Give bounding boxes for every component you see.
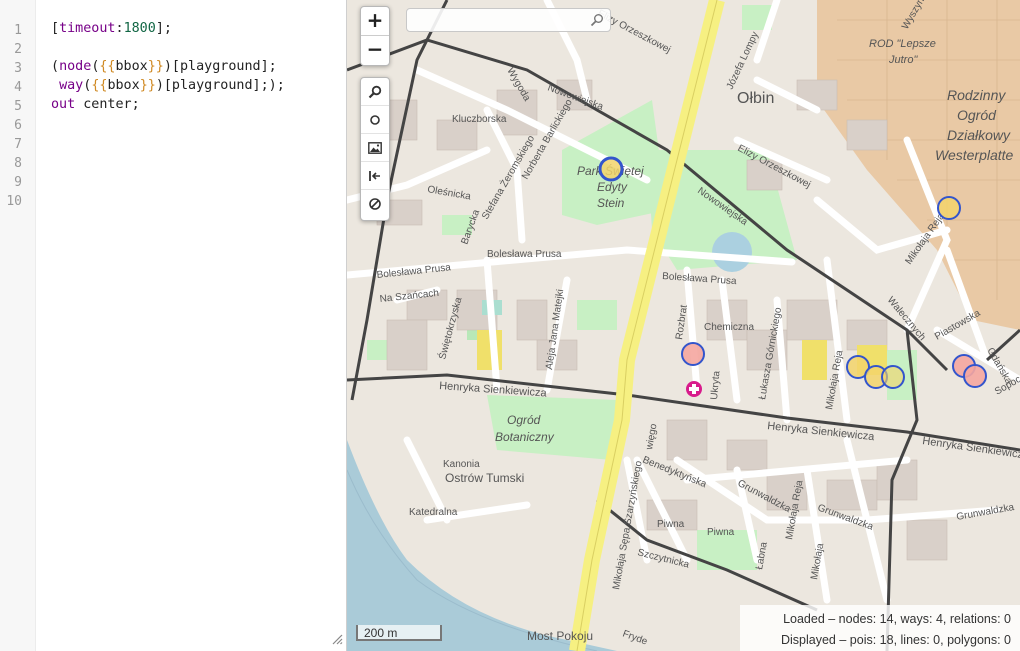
code-token: bbox xyxy=(107,78,140,93)
label-allotments: Działkowy xyxy=(947,127,1011,143)
code-token: )[playground];); xyxy=(155,78,285,93)
locate-button[interactable] xyxy=(361,106,389,134)
circle-icon xyxy=(370,114,380,125)
code-token: 1800 xyxy=(123,21,156,36)
export-image-button[interactable] xyxy=(361,134,389,162)
displayed-stats: Displayed – pois: 18, lines: 0, polygons… xyxy=(781,633,1011,647)
poi-marker-playground xyxy=(598,156,624,182)
line-number-gutter: 1 2 3 4 5 6 7 8 9 10 xyxy=(0,0,36,651)
label-street: Kluczborska xyxy=(452,114,507,125)
label-rod: ROD "Lepsze xyxy=(869,38,936,50)
code-token: timeout xyxy=(59,21,116,36)
poi-marker-playground xyxy=(963,364,987,388)
image-icon xyxy=(368,141,382,154)
code-token: }} xyxy=(139,78,156,93)
label-allotments: Westerplatte xyxy=(935,147,1014,163)
school-building xyxy=(802,340,827,380)
code-token: }} xyxy=(147,59,164,74)
arrow-to-bar-icon xyxy=(369,170,380,181)
label-street: Piwna xyxy=(657,519,685,530)
zoom-out-button[interactable]: − xyxy=(361,36,389,64)
line-number: 4 xyxy=(14,80,22,95)
botanic-garden xyxy=(487,395,617,460)
line-number: 10 xyxy=(6,194,22,209)
code-token: [ xyxy=(51,21,60,36)
label-street: Bolesława Prusa xyxy=(487,249,562,260)
code-token: center; xyxy=(75,97,140,112)
data-stats-panel: Loaded – nodes: 14, ways: 4, relations: … xyxy=(740,605,1020,651)
green-patch xyxy=(577,300,617,330)
map-tiles[interactable]: Ołbin Rodzinny Ogród Działkowy Westerpla… xyxy=(347,0,1020,651)
label-olbin: Ołbin xyxy=(737,90,774,107)
code-token: {{ xyxy=(99,59,116,74)
search-icon[interactable] xyxy=(590,13,604,27)
poi-marker-playground xyxy=(681,342,705,366)
label-park: Edyty xyxy=(597,180,628,194)
code-token: way xyxy=(59,78,84,93)
code-token: : xyxy=(115,21,124,36)
map-search-box xyxy=(406,8,611,32)
map-search-input[interactable] xyxy=(411,10,595,32)
line-number: 3 xyxy=(14,61,22,76)
label-street: Chemiczna xyxy=(704,322,754,333)
label-allotments: Rodzinny xyxy=(947,87,1006,103)
label-street: Piwna xyxy=(707,527,735,538)
code-line-4[interactable]: way({{bbox}})[playground];); xyxy=(51,78,285,93)
resize-handle-icon[interactable] xyxy=(331,633,343,645)
hospital-icon xyxy=(686,381,702,397)
label-allotments: Ogród xyxy=(957,107,997,123)
code-token: ]; xyxy=(155,21,172,36)
map-view[interactable]: Ołbin Rodzinny Ogród Działkowy Westerpla… xyxy=(347,0,1020,651)
line-number: 6 xyxy=(14,118,22,133)
label-most: Most Pokoju xyxy=(527,629,593,643)
line-number: 1 xyxy=(14,23,22,38)
clear-data-button[interactable] xyxy=(361,190,389,218)
label-botanic: Ogród xyxy=(507,413,541,427)
search-tool-button[interactable] xyxy=(361,78,389,106)
code-token: node xyxy=(59,59,92,74)
scale-bar: 200 m xyxy=(356,625,442,641)
code-token: {{ xyxy=(91,78,108,93)
zoom-to-data-button[interactable] xyxy=(361,162,389,190)
line-number: 5 xyxy=(14,99,22,114)
no-entry-icon xyxy=(369,198,381,210)
code-token: bbox xyxy=(115,59,148,74)
map-toolbar xyxy=(360,77,390,221)
line-number: 8 xyxy=(14,156,22,171)
label-botanic: Botaniczny xyxy=(495,430,555,444)
label-ostrow: Ostrów Tumski xyxy=(445,471,524,485)
code-line-3[interactable]: (node({{bbox}})[playground]; xyxy=(51,59,277,74)
query-editor[interactable]: 1 2 3 4 5 6 7 8 9 10 [timeout:1800]; (no… xyxy=(0,0,347,651)
code-line-1[interactable]: [timeout:1800]; xyxy=(51,21,172,36)
label-rod: Jutro" xyxy=(888,54,918,66)
zoom-control: + − xyxy=(360,6,390,66)
poi-marker-playground xyxy=(937,196,961,220)
label-kanonia: Kanonia xyxy=(443,459,480,470)
line-number: 2 xyxy=(14,42,22,57)
zoom-in-button[interactable]: + xyxy=(361,7,389,35)
line-number: 9 xyxy=(14,175,22,190)
poi-marker-playground xyxy=(881,365,905,389)
pond xyxy=(712,232,752,272)
code-token: ( xyxy=(51,59,60,74)
loaded-stats: Loaded – nodes: 14, ways: 4, relations: … xyxy=(783,612,1011,626)
code-token: out xyxy=(51,97,76,112)
code-line-5[interactable]: out center; xyxy=(51,97,140,112)
magnifier-icon xyxy=(368,85,382,98)
label-katedralna: Katedralna xyxy=(409,507,458,518)
code-token: )[playground]; xyxy=(163,59,277,74)
label-park: Stein xyxy=(597,196,625,210)
line-number: 7 xyxy=(14,137,22,152)
